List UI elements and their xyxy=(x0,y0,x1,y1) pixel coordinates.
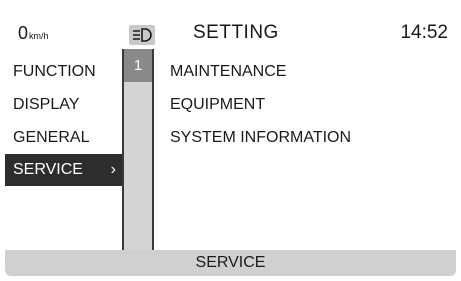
menu-item-display[interactable]: DISPLAY xyxy=(5,89,122,121)
chevron-right-icon: › xyxy=(110,161,116,178)
submenu-item-equipment[interactable]: EQUIPMENT xyxy=(170,89,265,121)
menu-item-label: GENERAL xyxy=(13,129,90,146)
footer-label: SERVICE xyxy=(5,250,456,276)
status-header: 0km/h SETTING 14:52 xyxy=(5,5,456,49)
menu-item-service[interactable]: SERVICE › xyxy=(5,154,122,186)
speed-readout: 0km/h xyxy=(18,23,49,44)
menu-item-label: DISPLAY xyxy=(13,96,80,113)
scrollbar[interactable]: 1 xyxy=(122,49,154,250)
scrollbar-thumb[interactable]: 1 xyxy=(124,49,152,82)
submenu: MAINTENANCE EQUIPMENT SYSTEM INFORMATION xyxy=(154,49,456,249)
category-menu: FUNCTION DISPLAY GENERAL SERVICE › xyxy=(5,49,122,249)
submenu-item-system-information[interactable]: SYSTEM INFORMATION xyxy=(170,122,351,154)
menu-item-function[interactable]: FUNCTION xyxy=(5,56,122,88)
submenu-item-maintenance[interactable]: MAINTENANCE xyxy=(170,56,286,88)
headlight-indicator xyxy=(129,25,155,45)
menu-item-label: SERVICE xyxy=(13,161,83,178)
menu-item-label: FUNCTION xyxy=(13,63,96,80)
screen-title: SETTING xyxy=(193,22,279,43)
menu-item-general[interactable]: GENERAL xyxy=(5,122,122,154)
headlight-icon xyxy=(133,28,152,42)
speed-unit: km/h xyxy=(29,31,49,41)
speed-value: 0 xyxy=(18,23,29,43)
display-screen: 0km/h SETTING 14:52 FUNCTION DISPLAY GEN… xyxy=(5,5,456,276)
clock: 14:52 xyxy=(400,22,448,43)
